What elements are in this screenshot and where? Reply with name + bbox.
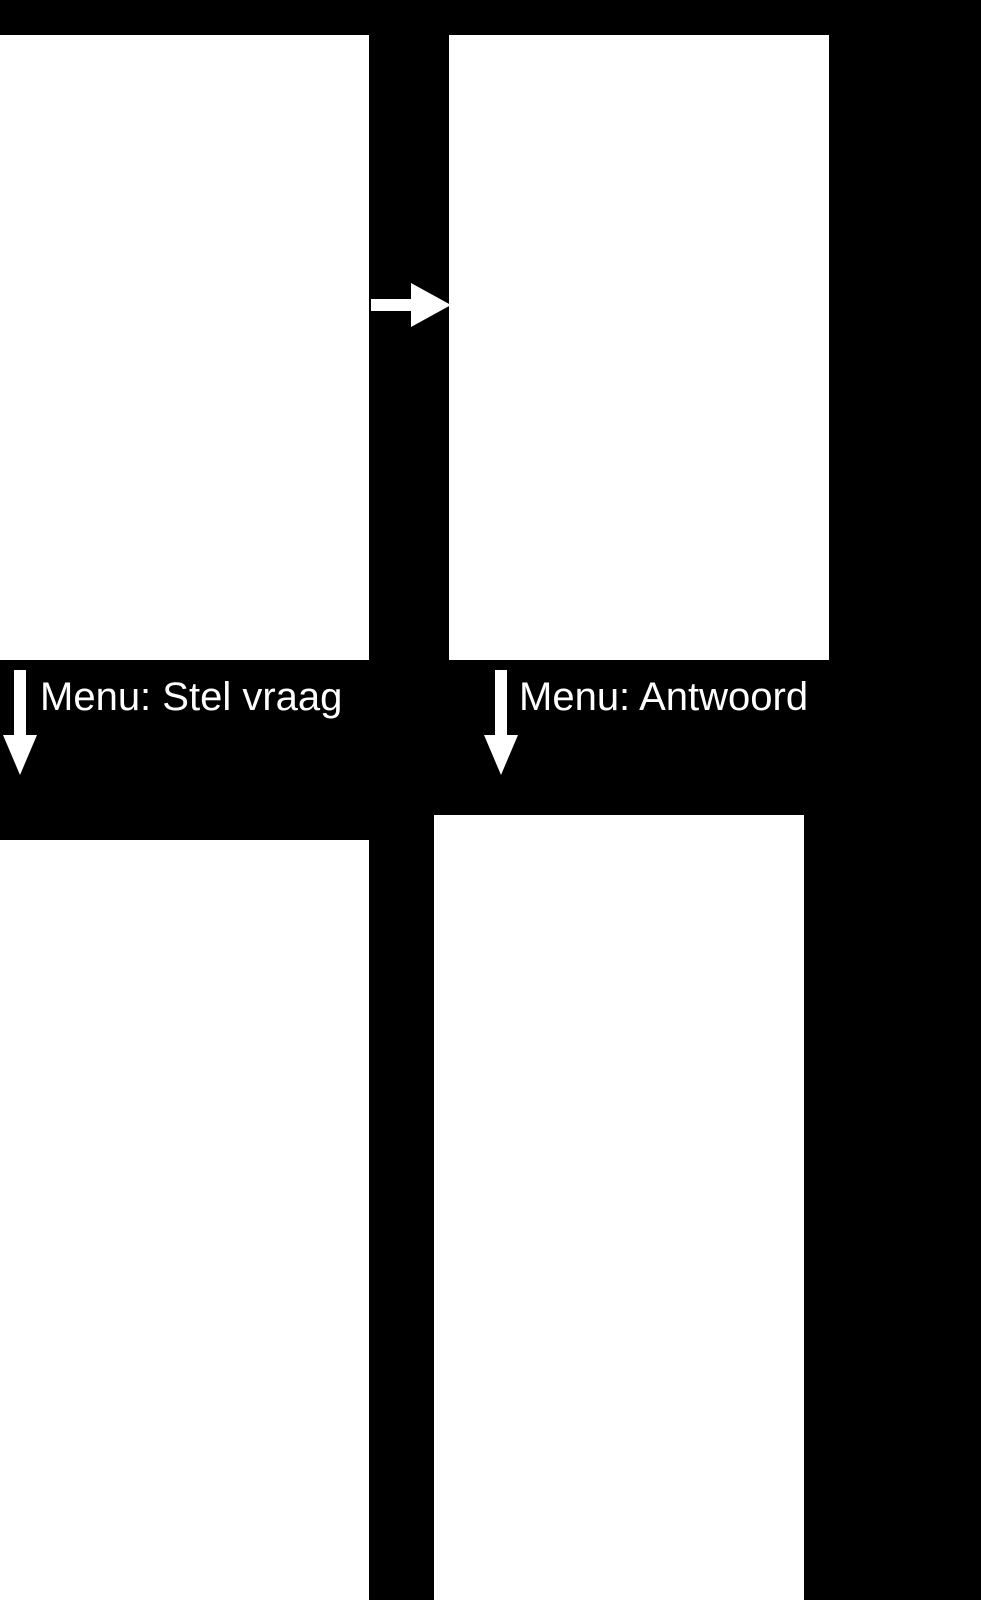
panel-bottom-right: [434, 815, 804, 1600]
label-menu-stel-vraag: Menu: Stel vraag: [40, 675, 342, 720]
panel-top-right: [449, 35, 829, 660]
panel-top-left: [0, 35, 369, 660]
arrow-right-icon: [371, 275, 451, 335]
label-menu-antwoord: Menu: Antwoord: [519, 675, 808, 720]
panel-bottom-left: [0, 840, 369, 1600]
